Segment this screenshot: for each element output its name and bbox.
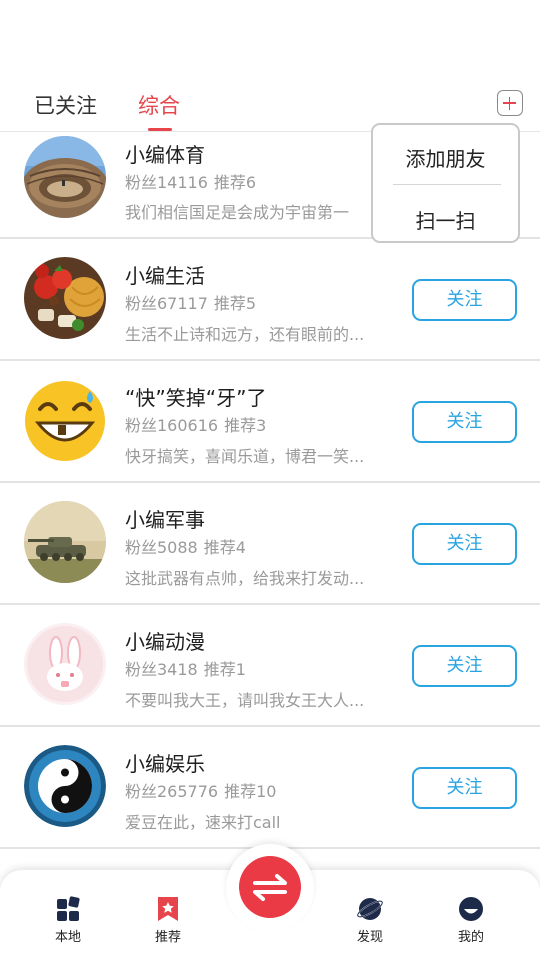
avatar-tank bbox=[24, 501, 106, 583]
account-name: 小编娱乐 bbox=[125, 752, 205, 776]
follow-button[interactable]: 关注 bbox=[412, 523, 517, 565]
fans-count: 粉丝3418 bbox=[125, 660, 198, 679]
account-name: 小编生活 bbox=[125, 264, 205, 288]
switch-button[interactable] bbox=[239, 856, 301, 918]
avatar-bunny bbox=[24, 623, 106, 705]
active-tab-indicator bbox=[148, 128, 172, 131]
scan-menu-item[interactable]: 扫一扫 bbox=[373, 205, 518, 234]
fans-count: 粉丝67117 bbox=[125, 294, 208, 313]
nav-local-label: 本地 bbox=[54, 930, 81, 945]
list-item[interactable]: 小编生活 粉丝67117 推荐5 生活不止诗和远方，还有眼前的... 关注 bbox=[0, 239, 540, 361]
account-name: 小编动漫 bbox=[125, 630, 205, 654]
account-stats: 粉丝265776 推荐10 bbox=[125, 778, 276, 802]
account-stats: 粉丝5088 推荐4 bbox=[125, 534, 246, 558]
list-item[interactable]: 小编军事 粉丝5088 推荐4 这批武器有点帅，给我来打发动... 关注 bbox=[0, 483, 540, 605]
follow-button[interactable]: 关注 bbox=[412, 279, 517, 321]
account-description: 快牙搞笑，喜闻乐道，博君一笑... bbox=[125, 447, 365, 466]
grid-icon bbox=[57, 896, 80, 921]
avatar-food bbox=[24, 257, 106, 339]
list-item[interactable]: 小编动漫 粉丝3418 推荐1 不要叫我大王，请叫我女王大人... 关注 bbox=[0, 605, 540, 727]
recommend-count: 推荐4 bbox=[203, 538, 246, 557]
planet-icon bbox=[357, 898, 383, 920]
account-stats: 粉丝3418 推荐1 bbox=[125, 656, 246, 680]
recommend-count: 推荐6 bbox=[213, 173, 257, 192]
account-description: 爱豆在此，速来打call bbox=[125, 813, 281, 832]
recommend-count: 推荐1 bbox=[203, 660, 246, 679]
fans-count: 粉丝160616 bbox=[125, 416, 219, 435]
fans-count: 粉丝265776 bbox=[125, 782, 219, 801]
smiley-profile-icon bbox=[459, 897, 483, 921]
nav-mine[interactable]: 我的 bbox=[436, 896, 506, 945]
avatar-stadium bbox=[24, 136, 106, 218]
fans-count: 粉丝5088 bbox=[125, 538, 198, 557]
list-item[interactable]: “快”笑掉“牙”了 粉丝160616 推荐3 快牙搞笑，喜闻乐道，博君一笑... … bbox=[0, 361, 540, 483]
nav-local[interactable]: 本地 bbox=[33, 896, 103, 945]
account-name: “快”笑掉“牙”了 bbox=[125, 386, 267, 410]
nav-recommend-label: 推荐 bbox=[154, 930, 181, 945]
add-menu-popup: 添加朋友 扫一扫 bbox=[371, 123, 520, 243]
account-stats: 粉丝67117 推荐5 bbox=[125, 290, 256, 314]
follow-button[interactable]: 关注 bbox=[412, 645, 517, 687]
add-friend-menu-item[interactable]: 添加朋友 bbox=[373, 143, 518, 172]
nav-discover[interactable]: 发现 bbox=[335, 896, 405, 945]
account-description: 不要叫我大王，请叫我女王大人... bbox=[125, 691, 365, 710]
account-name: 小编体育 bbox=[125, 143, 205, 167]
plus-icon[interactable] bbox=[497, 90, 523, 116]
account-name: 小编军事 bbox=[125, 508, 205, 532]
popup-divider bbox=[393, 184, 501, 185]
list-item[interactable]: 小编娱乐 粉丝265776 推荐10 爱豆在此，速来打call 关注 bbox=[0, 727, 540, 849]
account-stats: 粉丝160616 推荐3 bbox=[125, 412, 266, 436]
tab-followed[interactable]: 已关注 bbox=[34, 90, 97, 120]
nav-discover-label: 发现 bbox=[356, 930, 383, 945]
avatar-laughing-emoji bbox=[24, 379, 106, 461]
swap-arrows-icon bbox=[253, 874, 287, 901]
follow-button[interactable]: 关注 bbox=[412, 401, 517, 443]
recommend-count: 推荐3 bbox=[224, 416, 267, 435]
account-description: 生活不止诗和远方，还有眼前的... bbox=[125, 325, 365, 344]
recommend-count: 推荐10 bbox=[224, 782, 277, 801]
fans-count: 粉丝14116 bbox=[125, 173, 208, 192]
bookmark-star-icon bbox=[158, 897, 178, 921]
follow-button[interactable]: 关注 bbox=[412, 767, 517, 809]
account-stats: 粉丝14116 推荐6 bbox=[125, 169, 256, 193]
recommend-count: 推荐5 bbox=[213, 294, 257, 313]
avatar-yin-yang bbox=[24, 745, 106, 827]
nav-mine-label: 我的 bbox=[457, 930, 484, 945]
tab-overall[interactable]: 综合 bbox=[138, 90, 180, 120]
account-description: 这批武器有点帅，给我来打发动... bbox=[125, 569, 365, 588]
account-description: 我们相信国足是会成为宇宙第一 bbox=[125, 203, 350, 222]
nav-recommend[interactable]: 推荐 bbox=[133, 896, 203, 945]
